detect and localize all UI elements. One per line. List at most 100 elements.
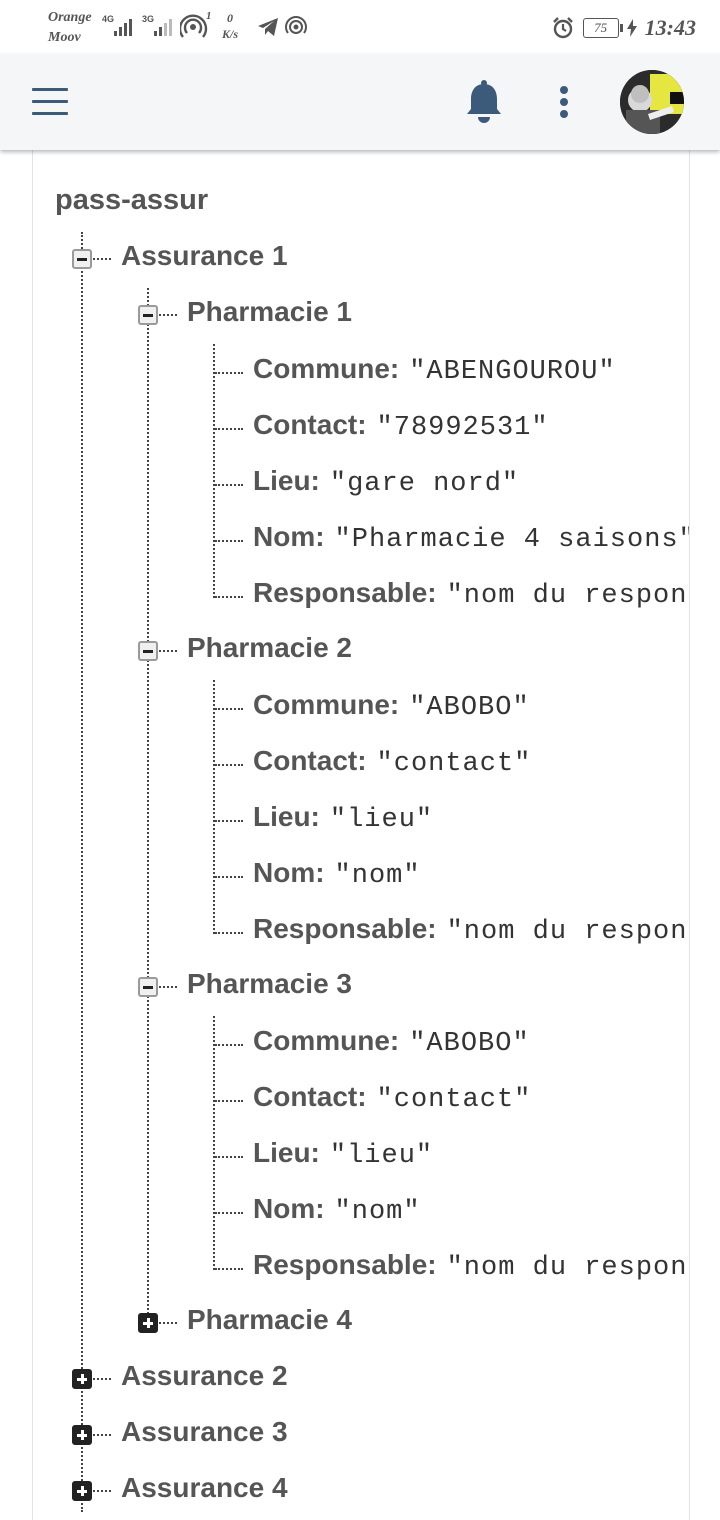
field-commune: Commune: "ABENGOUROU" [253,351,616,387]
bell-icon[interactable] [462,78,506,126]
field-commune: Commune: "ABOBO" [253,687,530,723]
tree-connector [93,1378,111,1380]
speed-unit: K/s [222,27,239,41]
field-lieu: Lieu: "lieu" [253,799,433,835]
tree-connector [159,986,177,988]
field-value: "lieu" [329,1141,434,1171]
signal-2-icon: 3G [142,14,176,38]
field-key: Lieu: [253,465,320,496]
tree-connector [213,680,215,934]
battery-indicator: 75 [582,18,623,38]
field-key: Nom: [253,521,325,552]
hotspot-count: 1 [206,10,212,22]
field-nom: Nom: "nom" [253,855,421,891]
alarm-icon [552,17,573,39]
collapse-toggle-icon[interactable] [72,249,92,269]
field-value: "nom" [334,1197,421,1227]
tree-node-assurance-1[interactable]: Assurance 1 [121,240,288,272]
field-lieu: Lieu: "lieu" [253,1135,433,1171]
tree-node-assurance-4[interactable]: Assurance 4 [121,1472,288,1504]
signal-1-icon: 4G [102,14,136,38]
field-nom: Nom: "nom" [253,1191,421,1227]
network-speed: 0 K/s [222,10,238,42]
field-value: "Pharmacie 4 saisons" [334,525,690,555]
more-vert-icon[interactable] [548,82,580,122]
expand-toggle-icon[interactable] [72,1369,92,1389]
tree-node-pharmacie-4[interactable]: Pharmacie 4 [187,1304,352,1336]
field-value: "ABOBO" [409,1029,530,1059]
avatar[interactable] [620,70,684,134]
tree-connector [213,1016,215,1270]
expand-toggle-icon[interactable] [138,1313,158,1333]
field-lieu: Lieu: "gare nord" [253,463,519,499]
field-value: "lieu" [329,805,434,835]
field-key: Commune: [253,353,400,384]
field-value: "ABENGOUROU" [409,357,616,387]
field-key: Nom: [253,1193,325,1224]
tree-node-assurance-3[interactable]: Assurance 3 [121,1416,288,1448]
tree-connector [159,650,177,652]
collapse-toggle-icon[interactable] [138,641,158,661]
field-responsable: Responsable: "nom du responsable" [253,911,689,947]
field-contact: Contact: "contact" [253,1079,531,1115]
network-type-1: 4G [102,14,115,24]
tree-connector [93,1434,111,1436]
tree-node-assurance-2[interactable]: Assurance 2 [121,1360,288,1392]
tree-root-label: pass-assur [55,184,209,216]
field-key: Lieu: [253,1137,320,1168]
status-right: 75 13:43 [551,14,696,42]
field-key: Contact: [253,1081,367,1112]
collapse-toggle-icon[interactable] [138,305,158,325]
field-value: "nom du responsable" [446,917,689,947]
network-type-2: 3G [142,14,155,24]
field-nom: Nom: "Pharmacie 4 saisons" [253,519,690,555]
tree-connector [159,1322,177,1324]
field-key: Contact: [253,745,367,776]
menu-icon[interactable] [32,88,70,116]
tree-connector [159,314,177,316]
tree-connector [93,258,111,260]
tree-connector [147,288,149,1322]
field-key: Contact: [253,409,367,440]
tree-card: pass-assur Assurance 1 Pharmacie 1 Commu… [32,150,690,1520]
field-key: Responsable: [253,577,437,608]
expand-toggle-icon[interactable] [72,1425,92,1445]
field-value: "nom du responsable" [446,1253,689,1283]
field-contact: Contact: "contact" [253,743,531,779]
carrier-names: Orange Moov [48,8,92,48]
field-value: "78992531" [376,413,549,443]
field-contact: Contact: "78992531" [253,407,549,443]
hotspot-icon [180,14,208,38]
tree-connector [93,1490,111,1492]
field-key: Commune: [253,1025,400,1056]
field-commune: Commune: "ABOBO" [253,1023,530,1059]
field-value: "contact" [376,749,532,779]
field-responsable: Responsable: "nom du responsable" [253,1247,689,1283]
field-key: Responsable: [253,913,437,944]
tree-connector [213,344,215,598]
field-value: "contact" [376,1085,532,1115]
field-value: "ABOBO" [409,693,530,723]
tree-connector [81,232,83,1512]
telegram-icon [258,18,278,36]
field-value: "gare nord" [329,469,520,499]
field-value: "nom" [334,861,421,891]
tree-node-pharmacie-1[interactable]: Pharmacie 1 [187,296,352,328]
carrier-1: Orange [48,10,92,25]
collapse-toggle-icon[interactable] [138,977,158,997]
charging-icon [626,19,637,37]
clock: 13:43 [644,15,696,40]
field-key: Commune: [253,689,400,720]
tree-node-pharmacie-2[interactable]: Pharmacie 2 [187,632,352,664]
tree-node-pharmacie-3[interactable]: Pharmacie 3 [187,968,352,1000]
field-value: "nom du responsable" [446,581,689,611]
speed-value: 0 [227,11,233,25]
field-key: Nom: [253,857,325,888]
cast-icon [285,16,307,34]
field-key: Lieu: [253,801,320,832]
status-bar: Orange Moov 4G 3G 1 0 K/s 75 13:43 [0,0,720,54]
carrier-2: Moov [48,30,81,45]
expand-toggle-icon[interactable] [72,1481,92,1501]
field-responsable: Responsable: "nom du responsable" [253,575,689,611]
app-bar [0,54,720,150]
